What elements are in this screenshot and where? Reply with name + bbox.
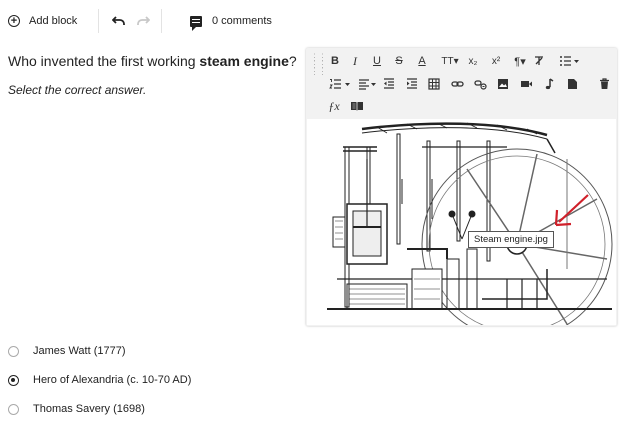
undo-button[interactable] [112,10,126,32]
italic-button[interactable]: I [348,53,362,69]
comment-icon [190,15,202,31]
file-icon [567,79,577,89]
ordered-list-icon [329,79,350,89]
divider [98,9,99,33]
answer-label: James Watt (1777) [33,345,126,357]
radio-button[interactable] [8,345,19,357]
insert-file-button[interactable] [565,76,579,92]
radio-button-selected[interactable] [8,374,19,386]
answer-label: Thomas Savery (1698) [33,403,145,415]
plus-circle-icon: + [8,15,20,27]
redo-icon [137,16,150,25]
outdent-button[interactable] [382,76,396,92]
music-note-icon [545,78,554,90]
glossary-button[interactable] [349,98,365,114]
answer-option-3[interactable]: Thomas Savery (1698) [8,403,145,415]
ordered-list-button[interactable] [328,76,352,92]
book-icon [351,102,363,111]
image-filename-tooltip: Steam engine.jpg [468,231,554,248]
table-icon [428,78,440,90]
comments-label: 0 comments [212,15,272,27]
radio-button[interactable] [8,403,19,415]
unordered-list-icon [560,56,579,66]
trash-icon [599,78,609,89]
indent-icon [407,78,417,89]
insert-audio-button[interactable] [542,76,556,92]
formula-button[interactable]: ƒx [326,98,342,114]
link-icon [450,81,464,87]
subscript-button[interactable]: x₂ [465,53,481,69]
unordered-list-button[interactable] [556,53,582,69]
superscript-button[interactable]: x² [488,53,504,69]
strikethrough-button[interactable]: S [392,53,406,69]
bold-button[interactable]: B [328,53,342,69]
delete-button[interactable] [597,76,611,92]
link-button[interactable] [450,76,464,92]
indent-button[interactable] [405,76,419,92]
drag-handle-icon[interactable]: ⋮⋮ ⋮⋮ ⋮⋮ [310,53,327,76]
paragraph-format-button[interactable]: ¶▾ [510,53,530,69]
redo-button[interactable] [136,10,150,32]
question-bold: steam engine [199,53,289,69]
font-size-button[interactable]: TT▾ [439,53,461,69]
unlink-icon [473,80,487,90]
top-toolbar: + Add block 0 comments [0,0,623,42]
align-button[interactable] [358,76,378,92]
answer-label: Hero of Alexandria (c. 10-70 AD) [33,374,192,386]
question-suffix: ? [288,53,297,69]
undo-icon [112,16,125,25]
insert-video-button[interactable] [519,76,533,92]
answer-option-2[interactable]: Hero of Alexandria (c. 10-70 AD) [8,374,191,386]
add-block-label: Add block [29,15,78,27]
clear-format-icon [535,56,543,65]
divider [161,9,162,33]
insert-image-button[interactable] [496,76,510,92]
red-arrow-icon [554,194,589,227]
instruction-text: Select the correct answer. [8,83,147,97]
unlink-button[interactable] [473,76,487,92]
add-block-button[interactable]: + Add block [8,10,77,32]
answer-option-1[interactable]: James Watt (1777) [8,345,126,357]
font-color-button[interactable]: A [415,53,429,69]
underline-button[interactable]: U [370,53,384,69]
align-left-icon [359,79,376,90]
question-prefix: Who invented the first working [8,53,200,69]
question-text: Who invented the first working steam eng… [8,53,297,69]
video-icon [520,81,532,87]
comments-button[interactable]: 0 comments [190,10,272,32]
clear-format-button[interactable] [532,53,546,69]
table-button[interactable] [427,76,441,92]
image-icon [498,79,508,89]
rich-text-editor: ⋮⋮ ⋮⋮ ⋮⋮ B I U S A TT▾ x₂ x² ¶▾ ƒx [306,48,617,326]
outdent-icon [384,78,394,89]
